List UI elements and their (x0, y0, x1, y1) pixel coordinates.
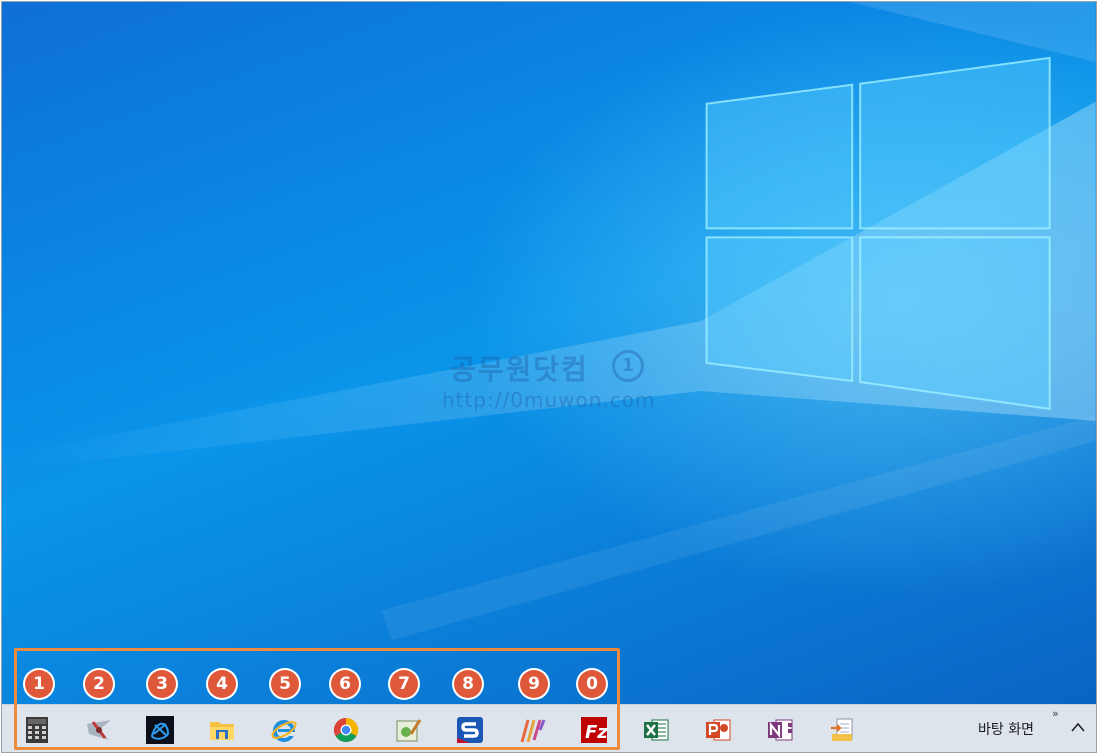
number-badge-4: 4 (208, 670, 236, 698)
number-badge-7: 7 (390, 670, 418, 698)
watermark-url: http://0muwon.com (442, 388, 656, 412)
number-badge-3: 3 (148, 670, 176, 698)
desktop-background: 공무원닷컴 1 http://0muwon.com (2, 2, 1096, 752)
number-badge-0: 0 (578, 670, 606, 698)
file-transfer-icon (831, 718, 853, 741)
onenote-icon (768, 719, 793, 741)
number-badge-1: 1 (25, 670, 53, 698)
number-badge-9: 9 (520, 670, 548, 698)
excel-icon (644, 719, 669, 741)
powerpoint-icon (706, 719, 731, 741)
number-badge-2: 2 (85, 670, 113, 698)
screenshot-frame: 공무원닷컴 1 http://0muwon.com Fz » 바탕 화면 (1, 1, 1097, 753)
watermark-badge: 1 (612, 350, 644, 382)
highlight-box (14, 648, 620, 750)
taskbar-app-onenote[interactable] (758, 709, 802, 751)
show-desktop-label[interactable]: 바탕 화면 (978, 719, 1034, 739)
number-badge-5: 5 (271, 670, 299, 698)
taskbar-app-file-transfer[interactable] (820, 709, 864, 751)
overflow-indicator: » (1052, 707, 1059, 720)
chevron-up-icon[interactable] (1070, 717, 1086, 738)
number-badge-8: 8 (454, 670, 482, 698)
taskbar-app-excel[interactable] (634, 709, 678, 751)
taskbar-app-powerpoint[interactable] (696, 709, 740, 751)
watermark: 공무원닷컴 1 http://0muwon.com (442, 342, 672, 422)
watermark-title: 공무원닷컴 (450, 353, 589, 386)
number-badge-6: 6 (331, 670, 359, 698)
